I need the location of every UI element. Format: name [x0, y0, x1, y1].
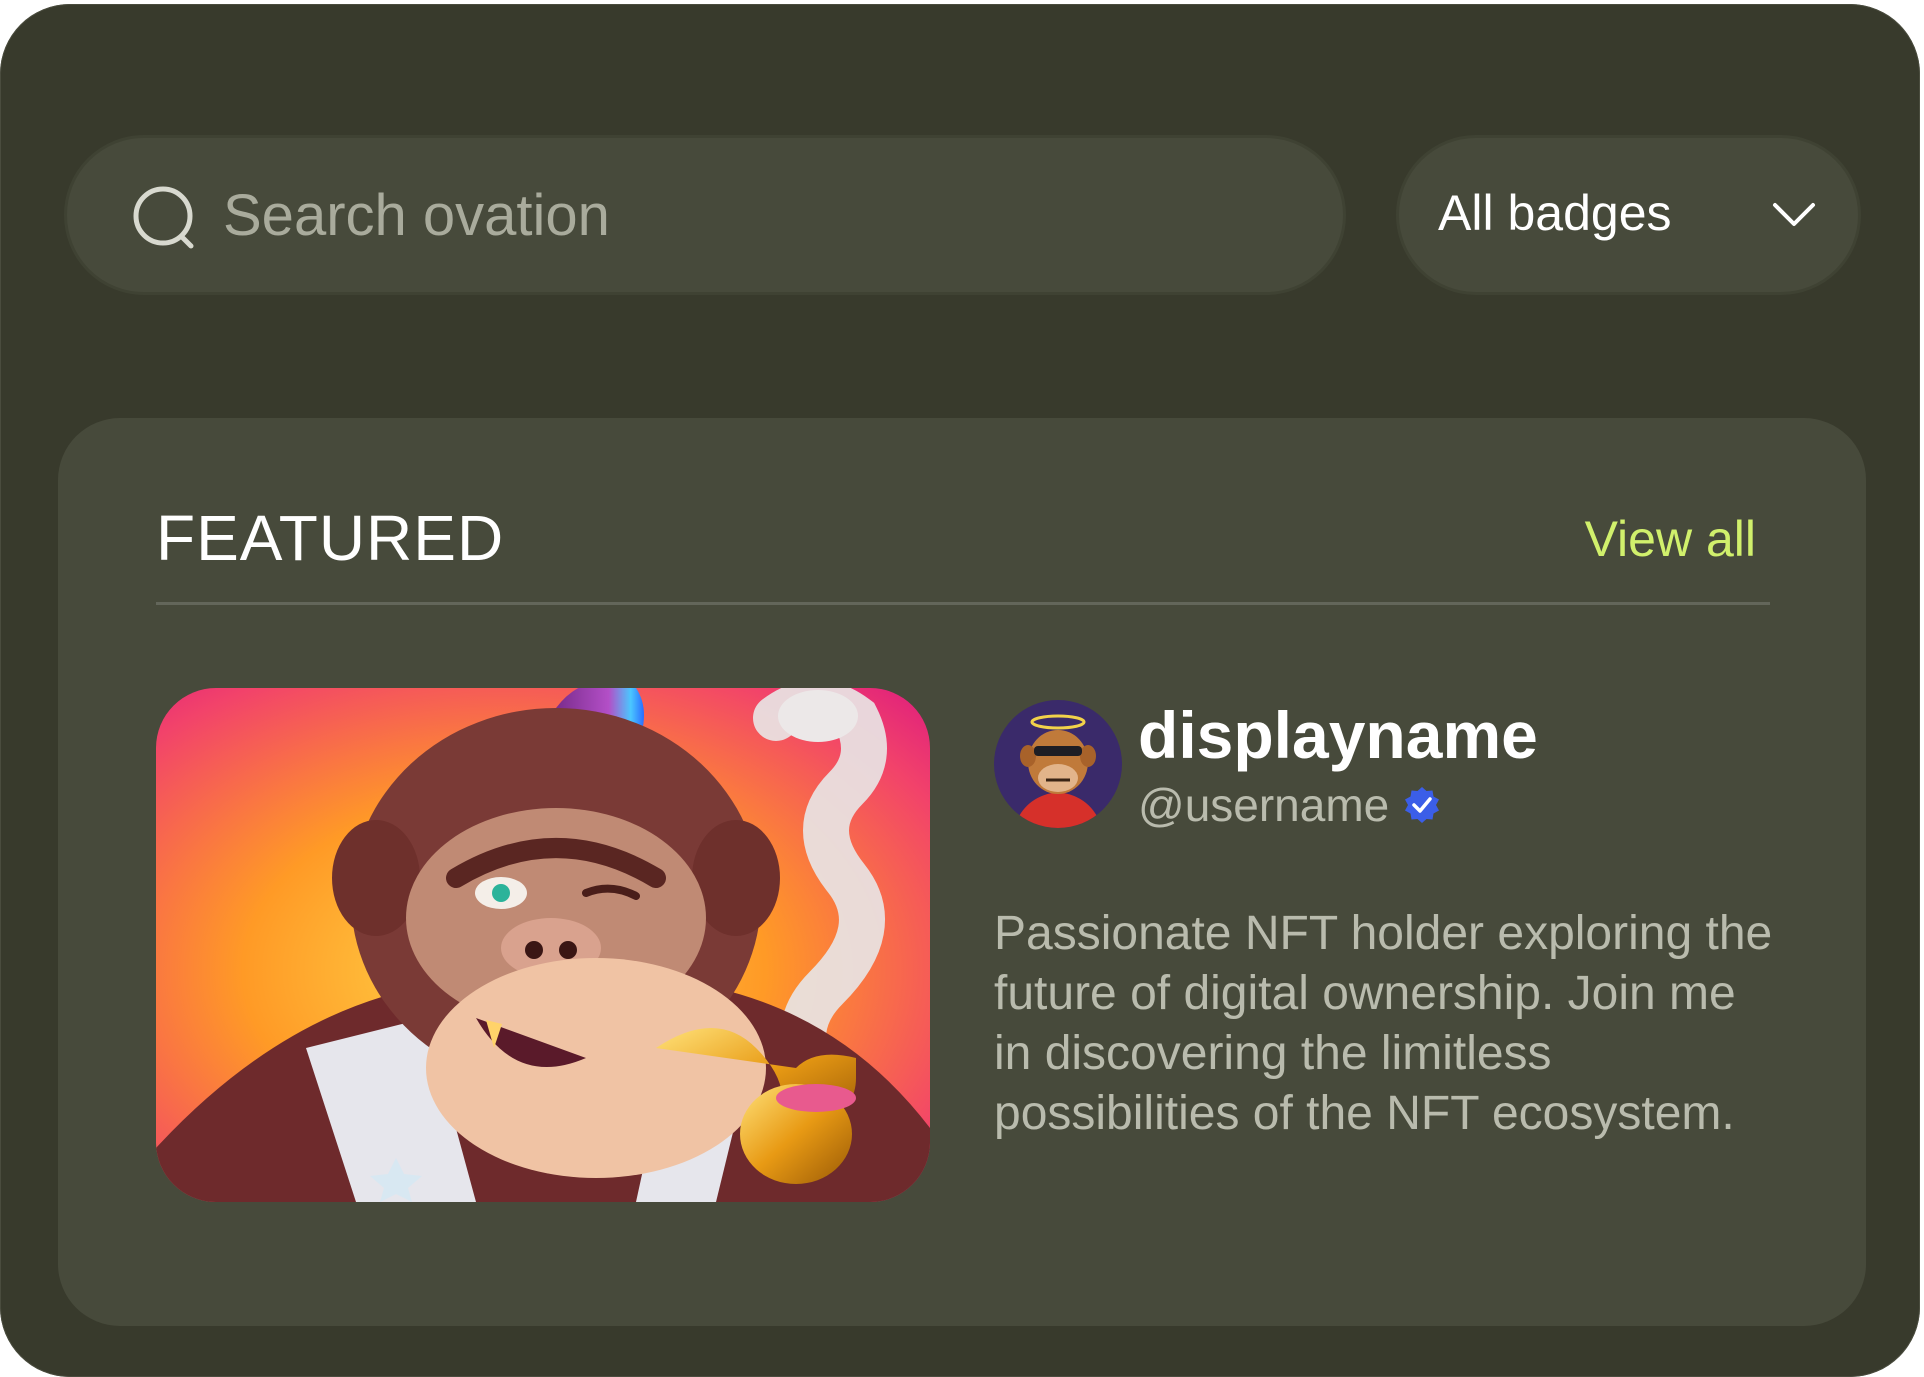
username-row: @username [1138, 782, 1441, 828]
username: @username [1138, 779, 1390, 831]
badge-filter-dropdown[interactable]: All badges [1396, 135, 1861, 295]
avatar[interactable] [994, 700, 1122, 828]
search-input[interactable] [223, 138, 1283, 292]
featured-card: FEATURED View all displayname @username … [58, 418, 1866, 1326]
divider [156, 602, 1770, 605]
featured-nft-image[interactable] [156, 688, 930, 1202]
search-bar[interactable] [64, 135, 1346, 295]
app-frame: All badges FEATURED View all [0, 4, 1920, 1377]
badge-filter-label: All badges [1438, 185, 1672, 241]
display-name: displayname [1138, 698, 1538, 772]
search-icon [133, 186, 194, 249]
view-all-link[interactable]: View all [1585, 514, 1756, 564]
chevron-down-icon [1773, 203, 1815, 226]
section-title: FEATURED [156, 502, 505, 574]
verified-badge-icon [1405, 787, 1440, 823]
profile-bio: Passionate NFT holder exploring the futu… [994, 907, 1773, 1140]
